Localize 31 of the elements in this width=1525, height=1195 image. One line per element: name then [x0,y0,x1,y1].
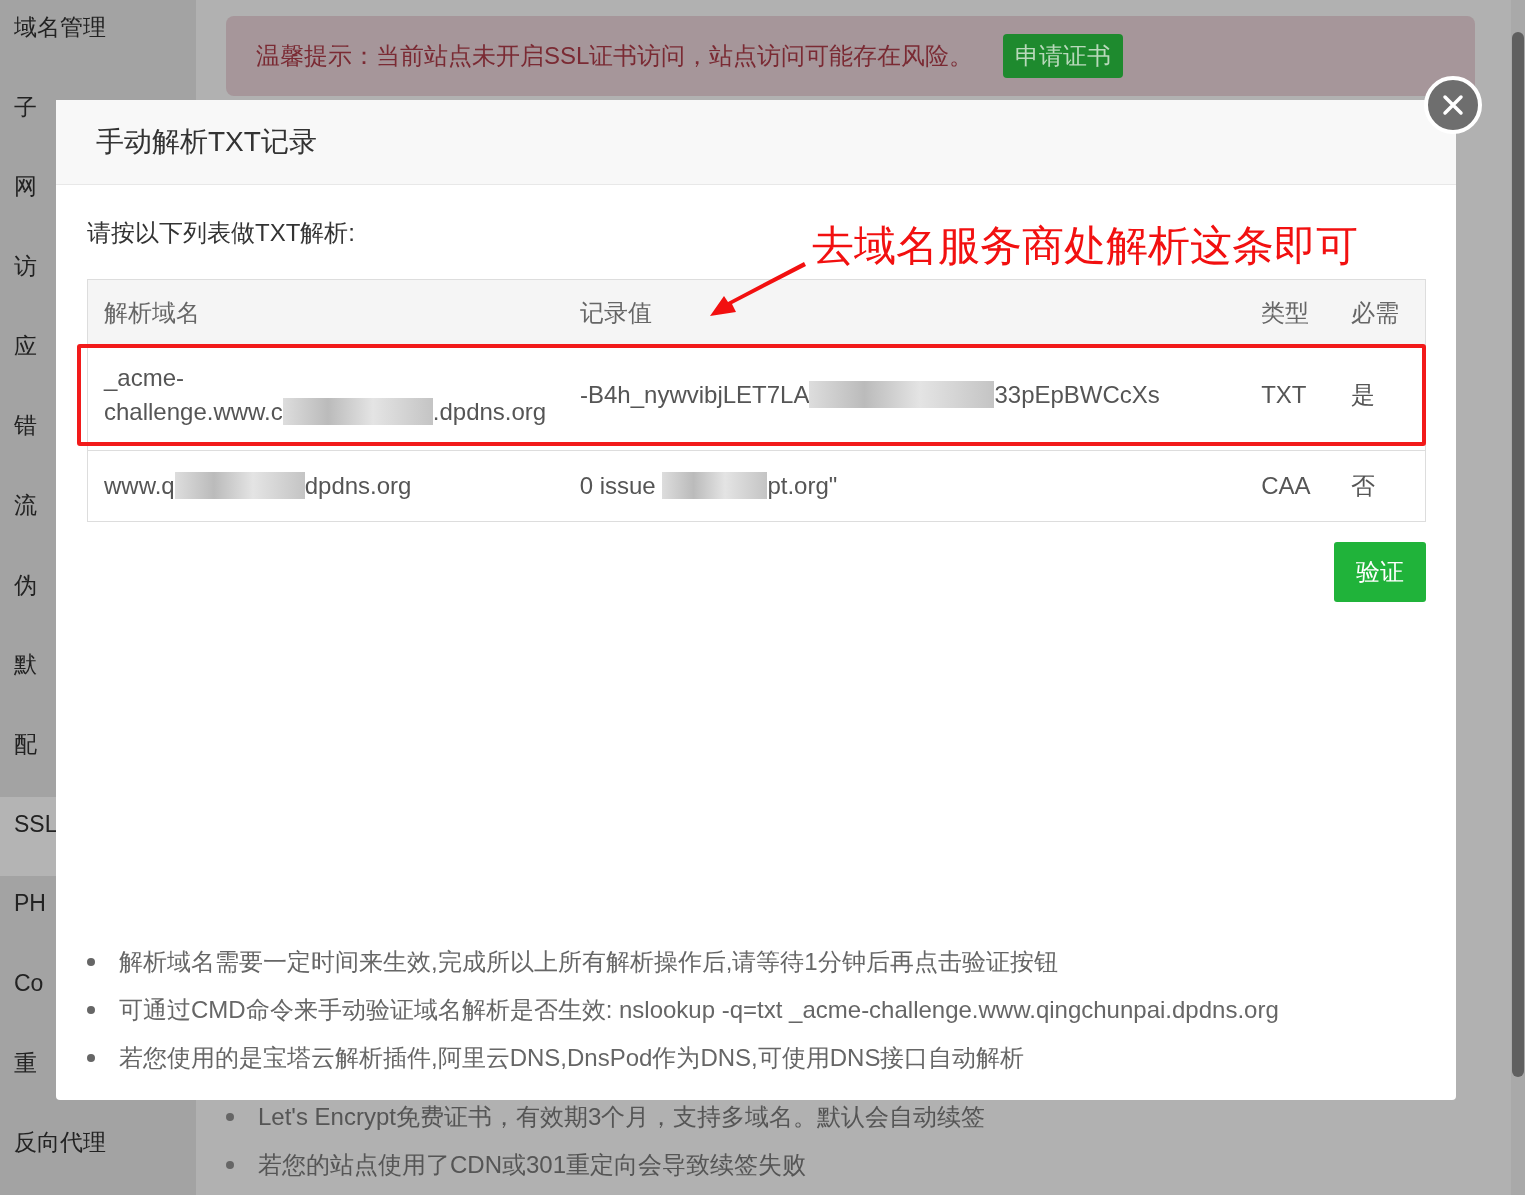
bullet-icon [87,958,95,966]
note-text: 可通过CMD命令来手动验证域名解析是否生效: nslookup -q=txt _acme-challenge.www.qingchunpai.dpdns.org [119,995,1279,1025]
arrow-icon [710,260,806,318]
instruction-text: 请按以下列表做TXT解析: [87,218,355,248]
table-cell-text: 0 issue pt.org" [578,471,839,501]
bullet-icon [87,1054,95,1062]
table-cell-text: TXT [1260,379,1308,410]
note-text: 若您的站点使用了CDN或301重定向会导致续签失败 [258,1150,807,1180]
table-cell-text: -B4h_nywvibjLET7LA 33pEpBWCcXs [579,379,1161,410]
warning-text: 温馨提示：当前站点未开启SSL证书访问，站点访问可能存在风险。 [256,41,974,71]
scrollbar[interactable] [1511,0,1525,1195]
column-header: 类型 [1260,298,1311,328]
table-cell-text: 是 [1350,379,1377,410]
column-header: 必需 [1350,298,1401,328]
note-text: Let's Encrypt免费证书，有效期3个月，支持多域名。默认会自动续签 [258,1102,986,1132]
column-header: 解析域名 [103,298,201,328]
close-icon [1442,94,1464,116]
table-cell-text: 否 [1350,471,1377,501]
table-cell-text: www.q dpdns.org [103,471,413,501]
sidebar-item[interactable]: 反向代理 [0,1115,196,1195]
column-header: 记录值 [578,298,653,328]
dialog-title: 手动解析TXT记录 [96,125,317,159]
table-cell-text: CAA [1260,471,1312,501]
note-text: 若您使用的是宝塔云解析插件,阿里云DNS,DnsPod作为DNS,可使用DNS接口自动解析 [119,1043,1025,1073]
bullet-icon [87,1006,95,1014]
sidebar-item[interactable]: 域名管理 [0,0,196,80]
annotation-text: 去域名服务商处解析这条即可 [812,221,1358,271]
bullet-icon [226,1113,234,1121]
bullet-icon [226,1161,234,1169]
table-cell-text: _acme-challenge.www.c .dpdns.org [102,362,548,427]
note-text: 解析域名需要一定时间来生效,完成所以上所有解析操作后,请等待1分钟后再点击验证按钮 [119,947,1058,977]
